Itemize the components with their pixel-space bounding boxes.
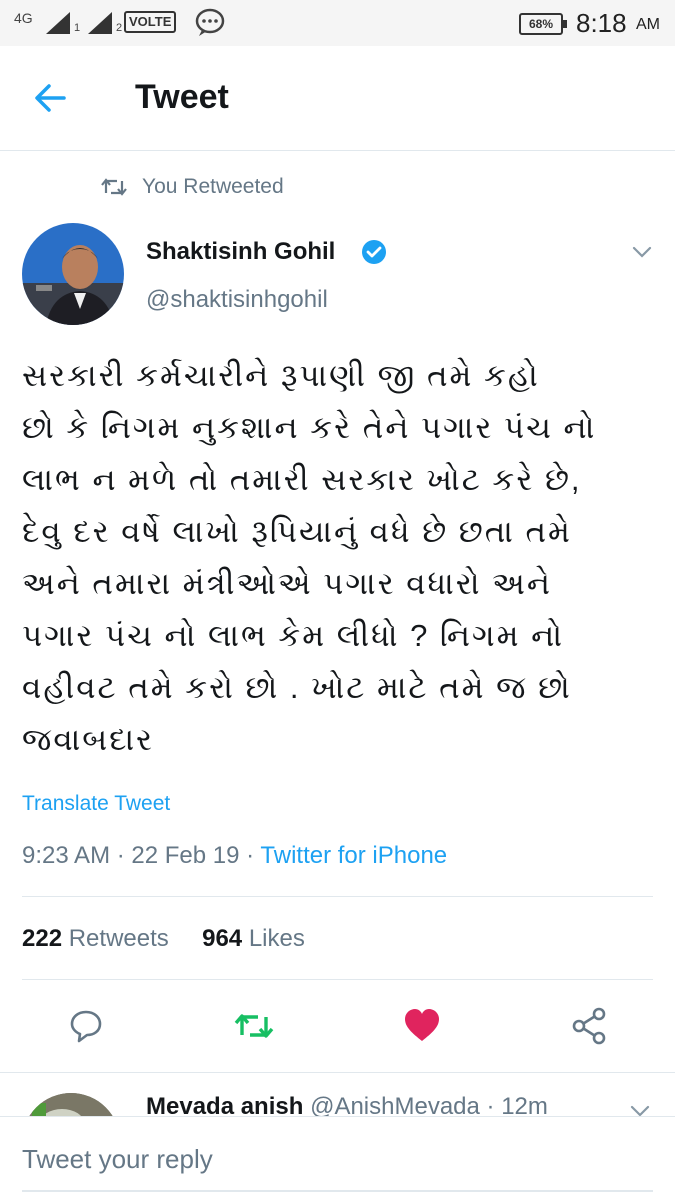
tweet-text-line: જવાબદાર [22,722,155,757]
chevron-down-icon [632,246,652,258]
battery-indicator: 68% [519,13,567,35]
page-title: Tweet [135,78,229,116]
clock-ampm: AM [636,16,660,33]
meta-separator: · [246,842,261,869]
author-avatar[interactable] [22,223,124,325]
meta-separator: · [486,1093,502,1117]
author-name[interactable]: Shaktisinh Gohil [146,238,335,266]
status-bar: 4G 1 2 VOLTE 68% 8:18 AM [0,0,675,46]
tweet-time: 9:23 AM [22,842,111,869]
sim1-label: 1 [74,22,81,34]
back-button[interactable] [30,76,74,120]
tweet-text: સરકારી કર્મચારીને રૂપાણી જી તમે કહો છો ક… [22,350,652,766]
verified-badge-icon [362,240,386,264]
signal-icon-sim1 [46,12,70,34]
engagement-stats: 222 Retweets 964 Likes [22,925,305,953]
retweets-stat[interactable]: 222 Retweets [22,925,169,952]
retweet-icon [234,1014,274,1038]
reply-input-underline [22,1190,653,1192]
retweet-icon [101,178,127,196]
tweet-text-line: લાભ ન મળે તો તમારી સરકાર ખોટ કરે છે, [22,462,582,497]
author-handle[interactable]: @shaktisinhgohil [146,286,328,314]
reply-time: 12m [501,1093,548,1117]
tweet-meta: 9:23 AM · 22 Feb 19 · Twitter for iPhone [22,842,447,870]
volte-badge: VOLTE [124,11,177,33]
network-type: 4G [14,10,33,26]
tweet-text-line: અને તમારા મંત્રીઓએ પગાર વધારો અને [22,566,552,601]
heart-icon [405,1009,439,1041]
share-icon [572,1007,606,1045]
sim2-label: 2 [116,22,123,34]
tweet-text-line: છો કે નિગમ નુકશાન કરે તેને પગાર પંચ નો [22,410,597,445]
translate-tweet-link[interactable]: Translate Tweet [22,792,170,816]
tweet-text-line: દેવુ દર વર્ષે લાખો રૂપિયાનું વધે છે છતા … [22,514,572,549]
tweet-source-link[interactable]: Twitter for iPhone [260,842,447,869]
reply-input[interactable] [22,1137,653,1181]
reply-author-name[interactable]: Mevada anish [146,1093,303,1117]
retweet-context-label: You Retweeted [142,175,284,198]
message-notification-icon [195,8,225,36]
tweet-text-line: સરકારી કર્મચારીને રૂપાણી જી તમે કહો [22,358,540,393]
author-photo [22,223,124,325]
reply-author-handle[interactable]: @AnishMevada [310,1093,480,1117]
tweet-date: 22 Feb 19 [131,842,240,869]
app-header: Tweet [0,46,675,151]
reply-author-avatar[interactable] [22,1093,120,1117]
tweet-text-line: વહીવટ તમે કરો છો . ખોટ માટે તમે જ છો [22,670,572,705]
tweet-options-button[interactable] [630,242,654,262]
tweet-text-line: પગાર પંચ નો લાભ કેમ લીધો ? નિગમ નો [22,618,564,653]
retweets-label: Retweets [68,925,169,952]
clock-time: 8:18 [576,8,627,38]
reply-author: Mevada anish @AnishMevada · 12m [146,1093,548,1117]
reply-icon [70,1010,102,1043]
share-button[interactable] [570,1006,610,1046]
likes-label: Likes [248,925,305,952]
divider [22,896,653,897]
reply-tweet-preview[interactable]: Mevada anish @AnishMevada · 12m [0,1072,675,1117]
reply-bar [0,1116,675,1201]
like-count: 964 [202,925,243,952]
meta-separator: · [116,842,132,869]
reply-author-photo [22,1093,120,1117]
signal-icon-sim2 [88,12,112,34]
retweet-count: 222 [22,925,63,952]
reply-button[interactable] [66,1006,106,1046]
like-button[interactable] [402,1006,442,1046]
chevron-down-icon[interactable] [628,1101,652,1117]
likes-stat[interactable]: 964 Likes [202,925,305,952]
retweet-button[interactable] [232,1006,274,1046]
back-arrow-icon [35,84,66,112]
divider [22,979,653,980]
